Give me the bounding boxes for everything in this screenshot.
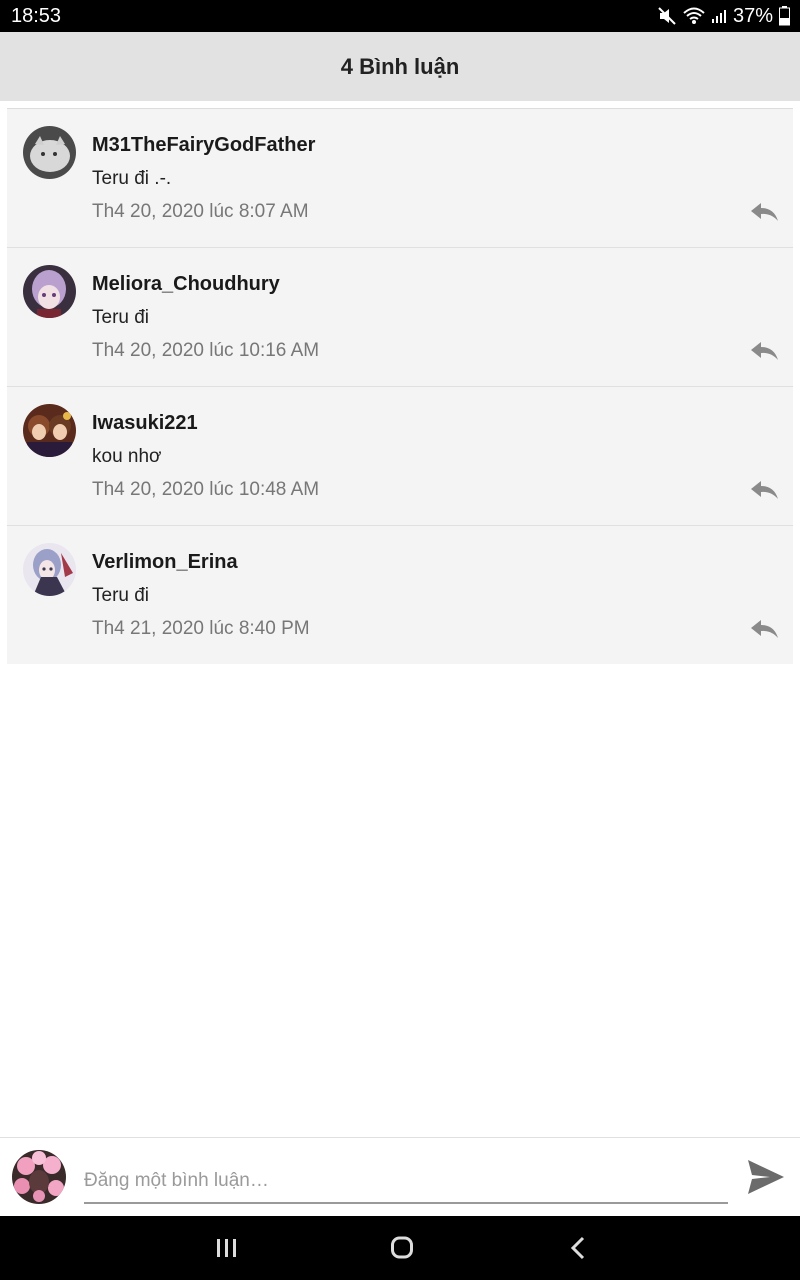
page-title: 4 Bình luận — [340, 53, 460, 79]
comments-header: 4 Bình luận — [0, 32, 800, 101]
back-button[interactable] — [558, 1232, 598, 1264]
comment-composer — [0, 1137, 800, 1216]
comment-item: Iwasuki221 kou nhơ Th4 20, 2020 lúc 10:4… — [7, 387, 793, 526]
battery-icon — [779, 6, 790, 26]
wifi-icon — [683, 7, 705, 24]
comment-timestamp: Th4 20, 2020 lúc 10:16 AM — [92, 340, 320, 361]
mute-icon — [658, 7, 676, 25]
send-icon — [748, 1160, 784, 1194]
battery-percent: 37% — [732, 4, 773, 27]
home-button[interactable] — [382, 1232, 422, 1264]
comment-author[interactable]: Meliora_Choudhury — [92, 273, 280, 296]
avatar[interactable] — [23, 404, 76, 457]
comment-text: kou nhơ — [92, 446, 162, 467]
avatar[interactable] — [23, 265, 76, 318]
comment-author[interactable]: Iwasuki221 — [92, 412, 198, 435]
avatar[interactable] — [23, 126, 76, 179]
status-icons: 37% — [657, 4, 790, 28]
comment-author[interactable]: M31TheFairyGodFather — [92, 134, 315, 157]
status-bar: 18:53 37% — [0, 0, 800, 32]
reply-button[interactable] — [749, 618, 779, 640]
comment-author[interactable]: Verlimon_Erina — [92, 551, 238, 574]
back-icon — [570, 1236, 585, 1260]
comment-text: Teru đi — [92, 307, 150, 328]
reply-icon — [751, 203, 778, 221]
comment-text: Teru đi — [92, 585, 150, 606]
reply-icon — [751, 342, 778, 360]
comment-input[interactable] — [84, 1160, 728, 1204]
system-nav-bar — [0, 1216, 800, 1280]
comment-item: Meliora_Choudhury Teru đi Th4 20, 2020 l… — [7, 248, 793, 387]
reply-button[interactable] — [749, 479, 779, 501]
comment-timestamp: Th4 20, 2020 lúc 8:07 AM — [92, 201, 309, 222]
comment-timestamp: Th4 20, 2020 lúc 10:48 AM — [92, 479, 320, 500]
status-time: 18:53 — [11, 5, 62, 27]
signal-icon — [711, 10, 726, 23]
reply-icon — [751, 481, 778, 499]
reply-icon — [751, 620, 778, 638]
reply-button[interactable] — [749, 201, 779, 223]
comment-text: Teru đi .-. — [92, 168, 172, 189]
current-user-avatar — [12, 1150, 66, 1204]
comment-item: Verlimon_Erina Teru đi Th4 21, 2020 lúc … — [7, 526, 793, 664]
recent-apps-icon — [217, 1239, 236, 1257]
reply-button[interactable] — [749, 340, 779, 362]
avatar[interactable] — [23, 543, 76, 596]
recent-apps-button[interactable] — [206, 1232, 246, 1264]
comment-timestamp: Th4 21, 2020 lúc 8:40 PM — [92, 618, 310, 639]
comment-list: M31TheFairyGodFather Teru đi .-. Th4 20,… — [7, 108, 793, 664]
comment-item: M31TheFairyGodFather Teru đi .-. Th4 20,… — [7, 109, 793, 248]
home-icon — [391, 1236, 413, 1259]
send-button[interactable] — [746, 1158, 786, 1196]
